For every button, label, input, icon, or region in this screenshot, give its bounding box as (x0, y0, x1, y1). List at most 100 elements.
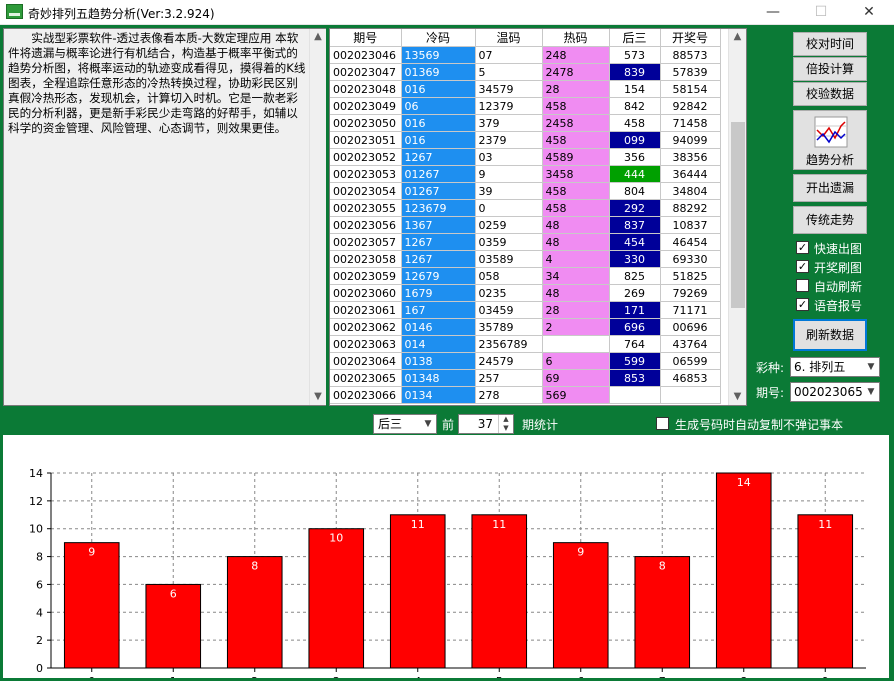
header-hot[interactable]: 热码 (542, 29, 610, 47)
bar-value-label: 6 (170, 587, 177, 600)
scrollbar-thumb[interactable] (731, 122, 745, 308)
table-row[interactable]: 002023053 01267 9 3458 444 36444 (330, 165, 721, 183)
table-row[interactable]: 002023063 014 2356789 764 43764 (330, 335, 721, 353)
header-winning-number[interactable]: 开奖号 (660, 29, 721, 47)
header-back-three[interactable]: 后三 (609, 29, 661, 47)
hot-cell: 34 (542, 267, 610, 285)
back-three-cell: 099 (609, 131, 661, 149)
table-row[interactable]: 002023046 13569 07 248 573 88573 (330, 46, 721, 64)
back-three-cell: 825 (609, 267, 661, 285)
period-cell: 002023052 (330, 148, 402, 166)
period-suffix-label: 期统计 (522, 418, 559, 432)
position-select[interactable]: 后三 ▼ (373, 414, 437, 434)
lottery-type-value: 6. 排列五 (794, 360, 846, 374)
x-tick-label: 6 (577, 675, 584, 678)
table-row[interactable]: 002023047 01369 5 2478 839 57839 (330, 63, 721, 81)
bar-value-label: 9 (577, 546, 584, 559)
winning-number-cell: 00696 (660, 318, 721, 336)
back-three-cell: 269 (609, 284, 661, 302)
back-three-cell: 330 (609, 250, 661, 268)
table-row[interactable]: 002023056 1367 0259 48 837 10837 (330, 216, 721, 234)
stepper-arrows-icon[interactable]: ▲ ▼ (498, 415, 513, 433)
period-count-stepper[interactable]: 37 ▲ ▼ (458, 414, 514, 434)
refresh-data-button[interactable]: 刷新数据 (793, 319, 867, 351)
scroll-up-icon[interactable]: ▲ (729, 29, 746, 45)
winning-number-cell: 06599 (660, 352, 721, 370)
winning-number-cell: 10837 (660, 216, 721, 234)
period-cell: 002023053 (330, 165, 402, 183)
table-row[interactable]: 002023064 0138 24579 6 599 06599 (330, 352, 721, 370)
multi-bet-button[interactable]: 倍投计算 (793, 57, 867, 81)
table-row[interactable]: 002023058 1267 03589 4 330 69330 (330, 250, 721, 268)
description-scrollbar[interactable]: ▲ ▼ (309, 29, 326, 405)
lottery-type-select[interactable]: 6. 排列五 ▼ (790, 357, 880, 377)
issue-select[interactable]: 002023065 ▼ (790, 382, 880, 402)
chevron-down-icon[interactable]: ▼ (420, 415, 436, 433)
maximize-button[interactable]: ☐ (798, 0, 844, 25)
bar-value-label: 14 (737, 476, 751, 489)
missing-out-button[interactable]: 开出遗漏 (793, 174, 867, 202)
table-row[interactable]: 002023052 1267 03 4589 356 38356 (330, 148, 721, 166)
header-warm[interactable]: 温码 (475, 29, 543, 47)
hot-cell: 28 (542, 80, 610, 98)
period-cell: 002023066 (330, 386, 402, 404)
table-row[interactable]: 002023055 123679 0 458 292 88292 (330, 199, 721, 217)
cold-cell: 01267 (401, 182, 476, 200)
table-row[interactable]: 002023062 0146 35789 2 696 00696 (330, 318, 721, 336)
header-cold[interactable]: 冷码 (401, 29, 476, 47)
back-three-cell: 573 (609, 46, 661, 64)
check-icon[interactable]: ✓ (796, 298, 809, 311)
minimize-button[interactable]: — (750, 0, 796, 25)
scroll-down-icon[interactable]: ▼ (310, 389, 326, 405)
cold-cell: 01348 (401, 369, 476, 387)
traditional-trend-button[interactable]: 传统走势 (793, 206, 867, 234)
x-tick-label: 9 (822, 675, 829, 678)
chevron-down-icon[interactable]: ▼ (863, 358, 879, 376)
table-scrollbar[interactable]: ▲ ▼ (728, 29, 746, 405)
y-tick-label: 6 (36, 578, 43, 591)
hot-cell: 48 (542, 216, 610, 234)
table-row[interactable]: 002023050 016 379 2458 458 71458 (330, 114, 721, 132)
header-period[interactable]: 期号 (330, 29, 402, 47)
warm-cell: 0359 (475, 233, 543, 251)
period-cell: 002023051 (330, 131, 402, 149)
table-row[interactable]: 002023054 01267 39 458 804 34804 (330, 182, 721, 200)
table-row[interactable]: 002023065 01348 257 69 853 46853 (330, 369, 721, 387)
scroll-down-icon[interactable]: ▼ (729, 389, 746, 405)
table-row[interactable]: 002023048 016 34579 28 154 58154 (330, 80, 721, 98)
hot-cell: 4589 (542, 148, 610, 166)
table-row[interactable]: 002023049 06 12379 458 842 92842 (330, 97, 721, 115)
checkbox-box[interactable] (796, 279, 809, 292)
title-bar: 奇妙排列五趋势分析(Ver:3.2.924) — ☐ ✕ (0, 0, 894, 25)
period-cell: 002023046 (330, 46, 402, 64)
scroll-up-icon[interactable]: ▲ (310, 29, 326, 45)
table-row[interactable]: 002023066 0134 278 569 (330, 386, 721, 404)
table-row[interactable]: 002023057 1267 0359 48 454 46454 (330, 233, 721, 251)
main-frame: 实战型彩票软件-透过表像看本质-大数定理应用 本软件将遗漏与概率论进行有机结合，… (0, 25, 894, 681)
bar (226, 556, 283, 669)
table-row[interactable]: 002023051 016 2379 458 099 94099 (330, 131, 721, 149)
check-time-button[interactable]: 校对时间 (793, 32, 867, 56)
back-three-cell: 842 (609, 97, 661, 115)
winning-number-cell: 71458 (660, 114, 721, 132)
description-panel[interactable]: 实战型彩票软件-透过表像看本质-大数定理应用 本软件将遗漏与概率论进行有机结合，… (3, 28, 326, 406)
table-row[interactable]: 002023061 167 03459 28 171 71171 (330, 301, 721, 319)
hot-cell: 2478 (542, 63, 610, 81)
close-button[interactable]: ✕ (846, 0, 892, 25)
bar-value-label: 8 (251, 560, 258, 573)
autocopy-checkbox[interactable] (656, 417, 669, 430)
back-three-cell: 804 (609, 182, 661, 200)
trend-analysis-button[interactable]: 趋势分析 (793, 110, 867, 170)
check-icon[interactable]: ✓ (796, 241, 809, 254)
cold-cell: 13569 (401, 46, 476, 64)
verify-data-button[interactable]: 校验数据 (793, 82, 867, 106)
hot-cell: 3458 (542, 165, 610, 183)
check-icon[interactable]: ✓ (796, 260, 809, 273)
bar-value-label: 11 (492, 518, 506, 531)
cold-cell: 1267 (401, 148, 476, 166)
chevron-down-icon[interactable]: ▼ (863, 383, 879, 401)
table-row[interactable]: 002023060 1679 0235 48 269 79269 (330, 284, 721, 302)
warm-cell: 058 (475, 267, 543, 285)
back-three-cell: 454 (609, 233, 661, 251)
table-row[interactable]: 002023059 12679 058 34 825 51825 (330, 267, 721, 285)
